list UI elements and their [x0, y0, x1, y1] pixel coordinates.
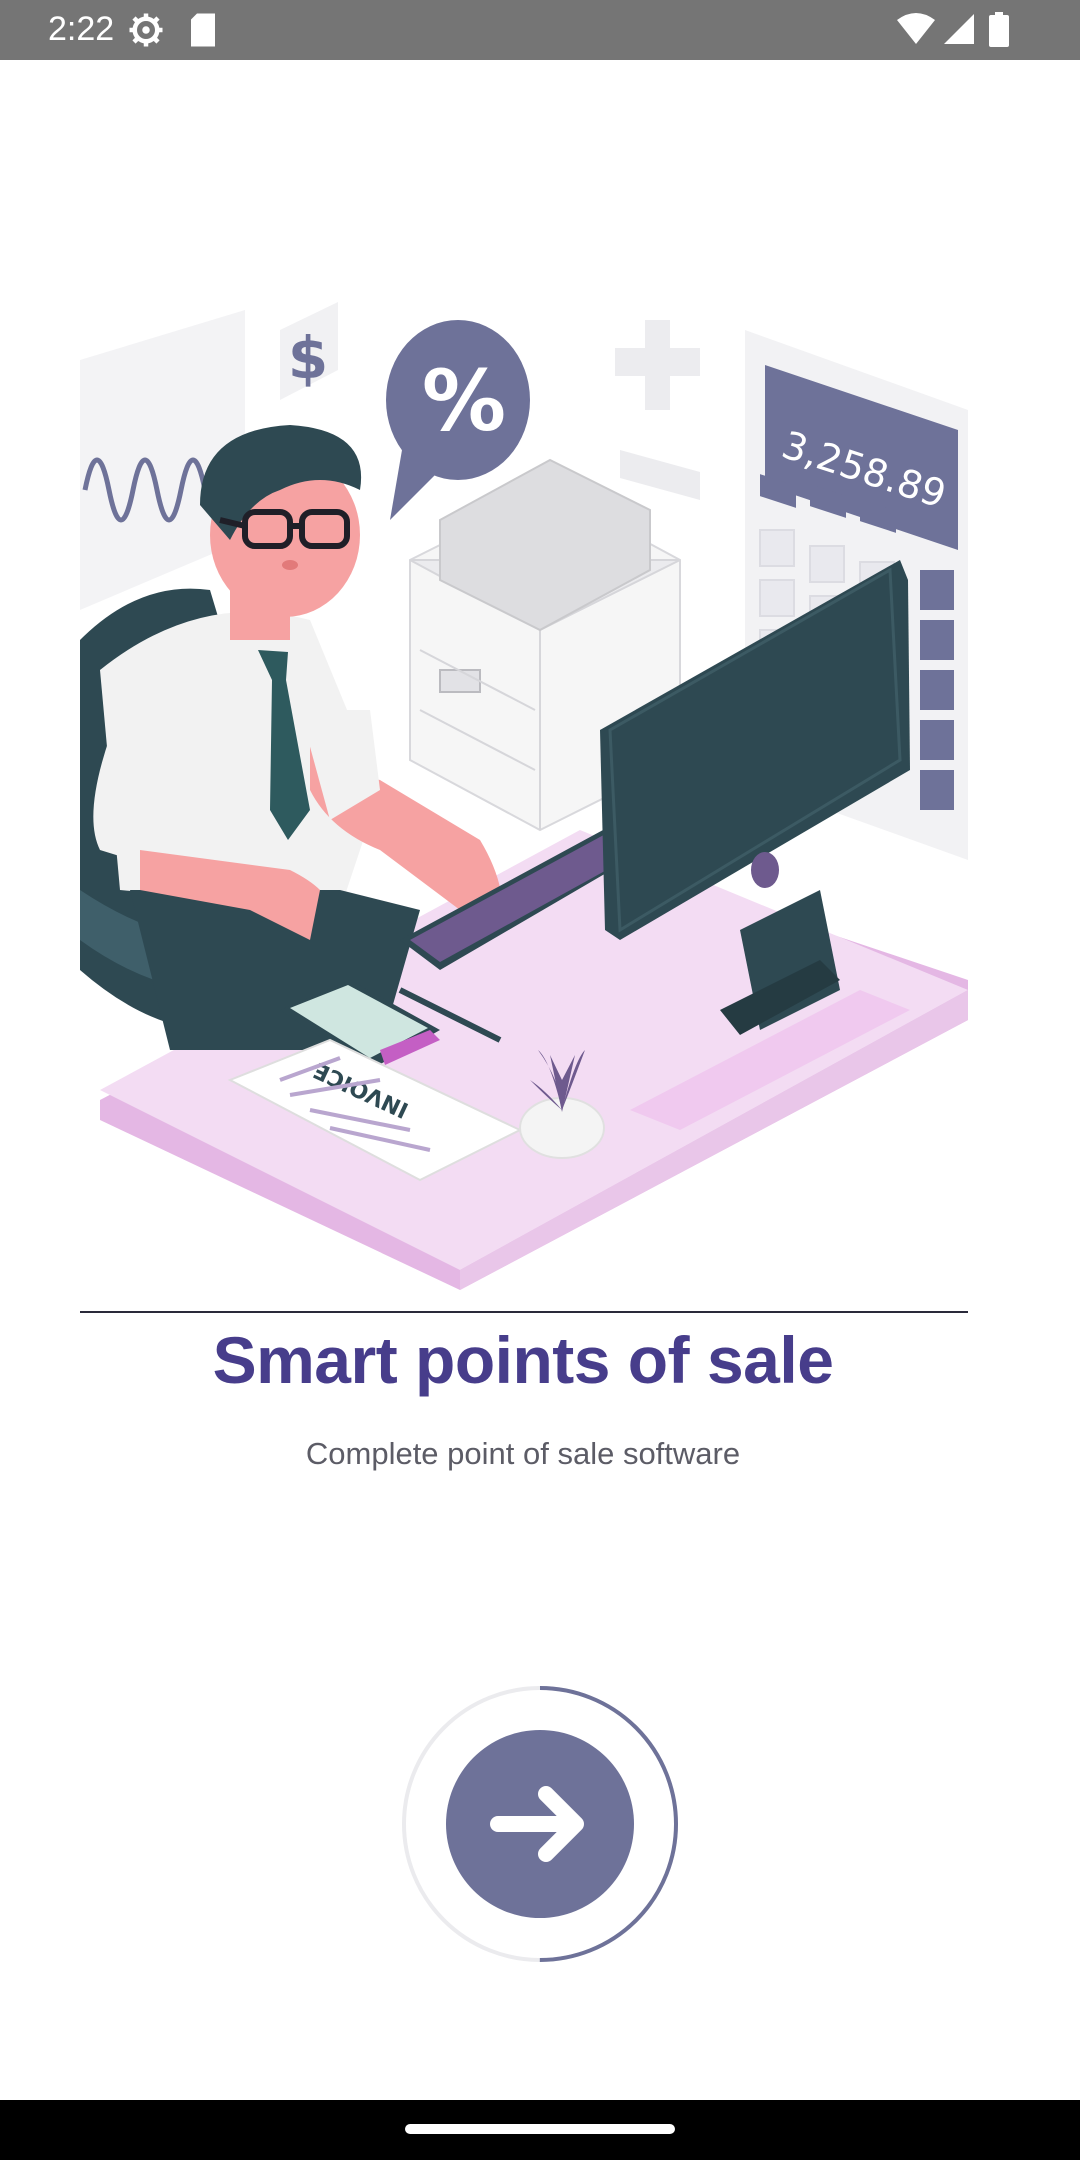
onboarding-subtitle: Complete point of sale software [305, 1436, 741, 1471]
dollar-sign: $ [288, 324, 328, 392]
next-button[interactable] [400, 1684, 680, 1964]
status-bar: 2:22 [0, 0, 1080, 60]
wifi-icon [897, 13, 935, 44]
percent-sign: % [422, 352, 506, 450]
status-time: 2:22 [48, 10, 115, 48]
plus-minus-decor [615, 320, 700, 500]
accountant-illustration: $ % 3,258.89 INVOICE [80, 302, 968, 1290]
sd-card-icon [191, 13, 215, 47]
signal-icon [944, 14, 974, 44]
onboarding-title: Smart points of sale [212, 1323, 834, 1397]
monitor-logo [751, 852, 779, 888]
settings-gear-icon [129, 13, 163, 47]
progress-ring [402, 1686, 678, 1962]
battery-icon [989, 12, 1009, 47]
home-gesture-handle[interactable] [405, 2124, 675, 2134]
divider-line [80, 1311, 968, 1313]
